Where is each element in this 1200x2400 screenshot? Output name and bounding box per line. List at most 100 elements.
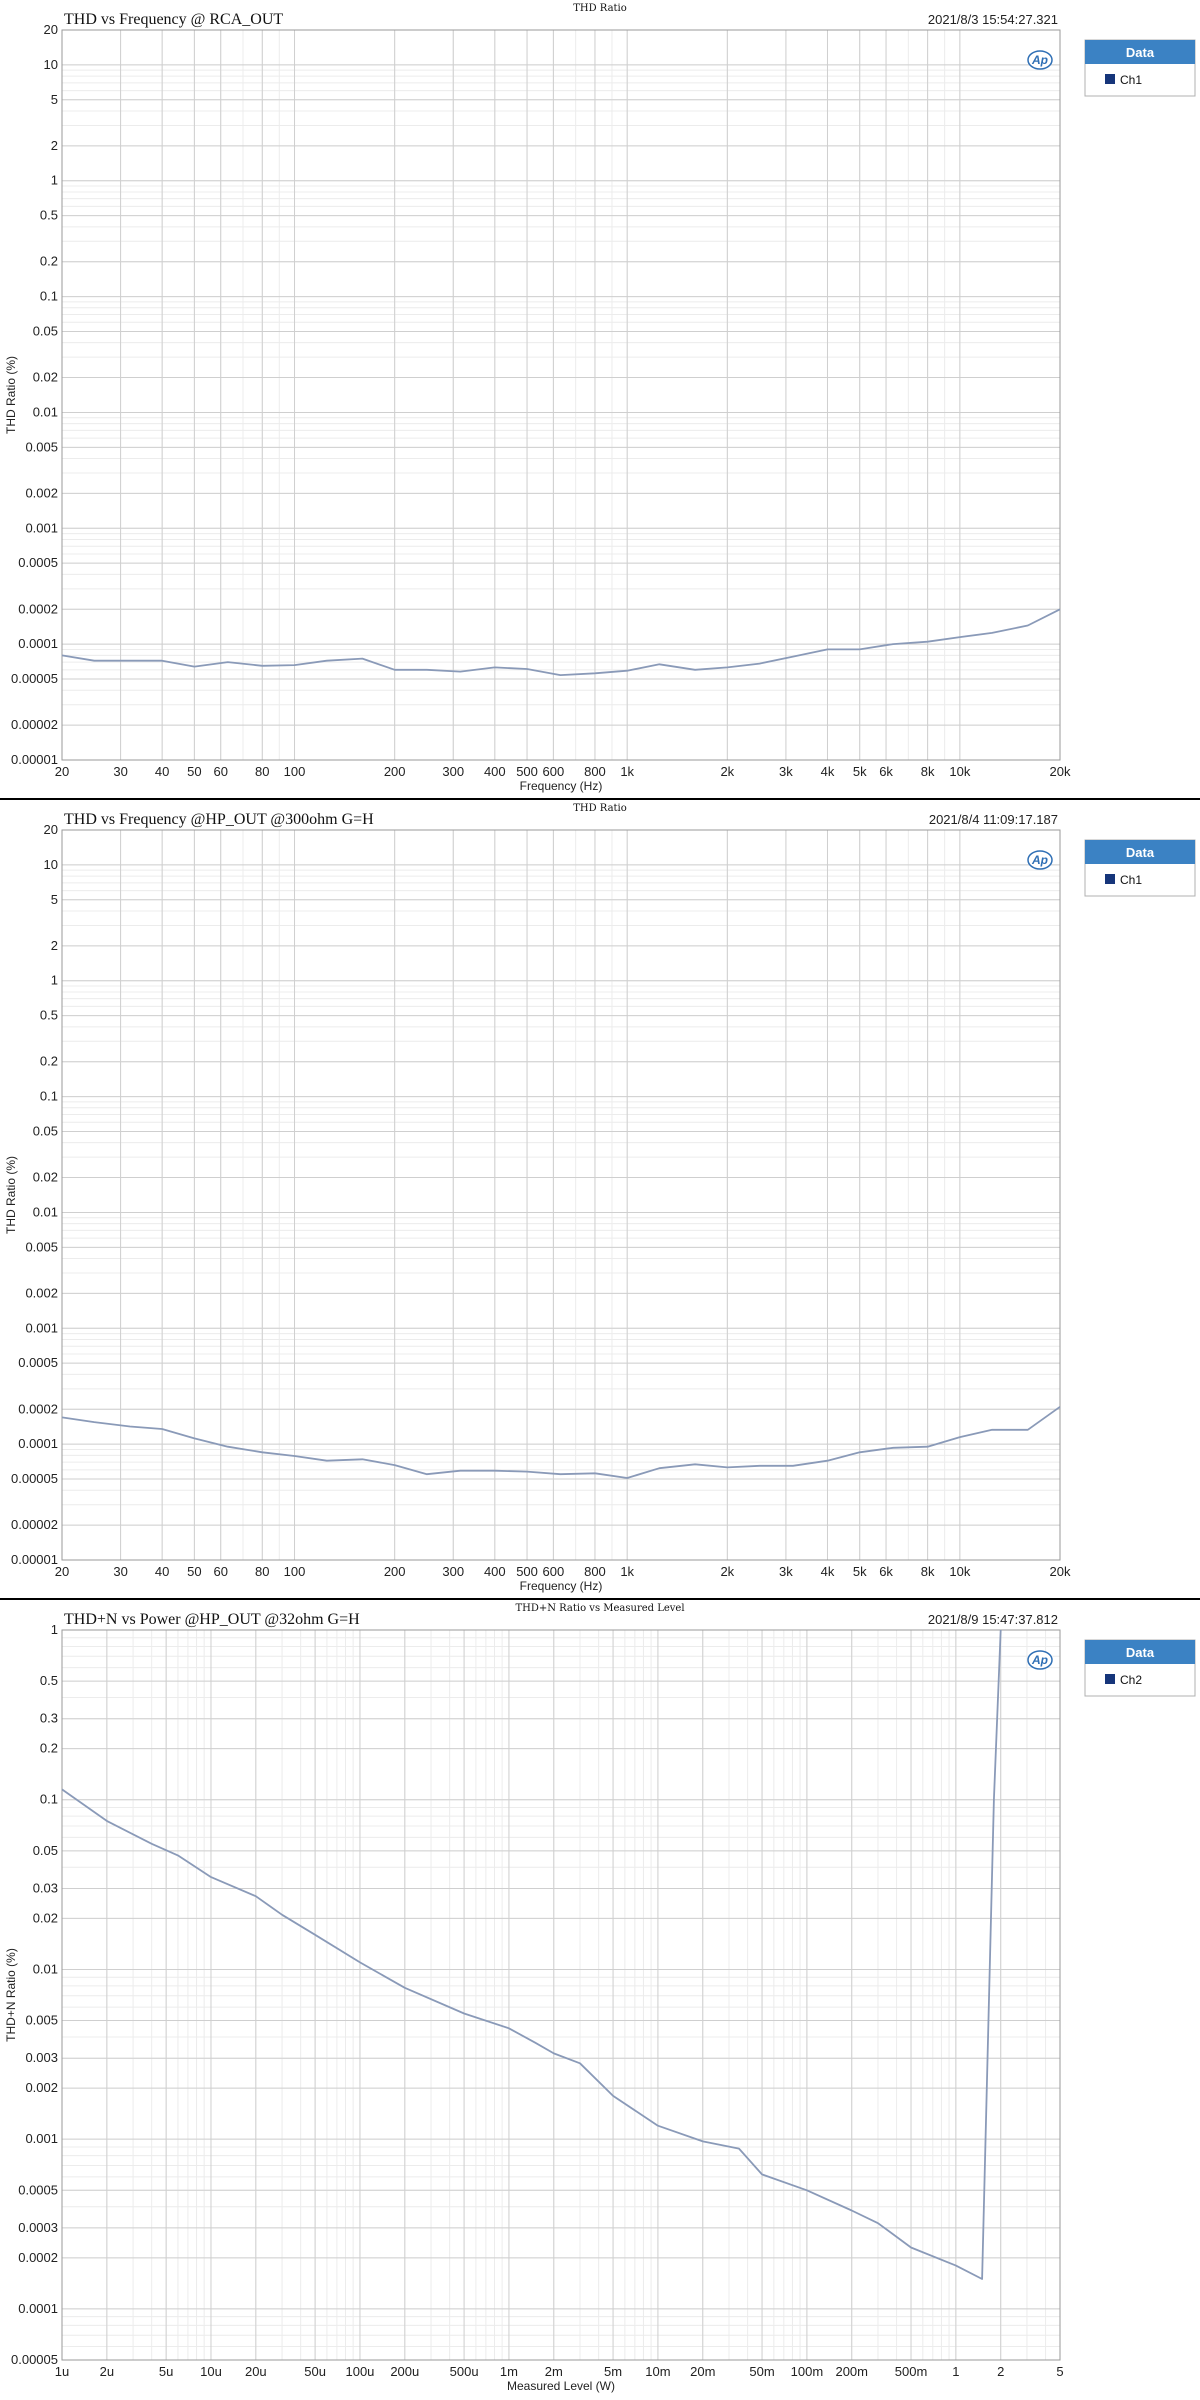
y-tick-label: 0.3 — [40, 1711, 58, 1726]
legend: Data Ch1 — [1084, 839, 1196, 897]
x-tick-label: 20u — [245, 2364, 267, 2379]
y-axis-label: THD+N Ratio (%) — [4, 1948, 18, 2042]
y-tick-label: 20 — [44, 822, 58, 837]
x-tick-label: 400 — [484, 764, 506, 779]
x-tick-label: 100m — [791, 2364, 824, 2379]
y-tick-label: 0.005 — [25, 1239, 58, 1254]
y-tick-label: 0.0002 — [18, 601, 58, 616]
y-tick-label: 0.00002 — [11, 717, 58, 732]
x-tick-label: 200u — [390, 2364, 419, 2379]
chart-svg-3: THD+N Ratio vs Measured Level THD+N vs Po… — [4, 1603, 1196, 2393]
y-tick-label: 0.00001 — [11, 752, 58, 767]
chart-supertitle: THD+N Ratio vs Measured Level — [515, 1603, 684, 1614]
plot-area — [62, 1630, 1060, 2360]
x-tick-label: 5 — [1056, 2364, 1063, 2379]
legend-title: Data — [1126, 45, 1155, 60]
x-tick-label: 500u — [450, 2364, 479, 2379]
y-tick-label: 2 — [51, 938, 58, 953]
x-tick-label: 50u — [304, 2364, 326, 2379]
x-tick-label: 2u — [100, 2364, 114, 2379]
x-tick-label: 500 — [516, 764, 538, 779]
x-tick-label: 500 — [516, 1564, 538, 1579]
legend-title: Data — [1126, 1645, 1155, 1660]
x-tick-label: 100 — [284, 764, 306, 779]
x-tick-label: 2m — [545, 2364, 563, 2379]
chart-title: THD vs Frequency @ RCA_OUT — [64, 11, 283, 28]
y-tick-label: 0.1 — [40, 1089, 58, 1104]
chart-panel-3: THD+N Ratio vs Measured Level THD+N vs Po… — [0, 1600, 1200, 2400]
y-tick-label: 0.001 — [25, 1320, 58, 1335]
x-tick-label: 2k — [720, 1564, 734, 1579]
y-tick-label: 0.005 — [25, 2013, 58, 2028]
y-tick-label: 1 — [51, 173, 58, 188]
x-tick-label: 60 — [213, 1564, 227, 1579]
ap-logo-text: Ap — [1031, 853, 1048, 867]
y-tick-label: 0.0002 — [18, 1401, 58, 1416]
y-tick-label: 0.001 — [25, 520, 58, 535]
y-tick-label: 0.03 — [33, 1880, 58, 1895]
legend: Data Ch2 — [1084, 1639, 1196, 1697]
y-tick-label: 20 — [44, 22, 58, 37]
ap-logo: Ap — [1027, 50, 1053, 70]
x-tick-label: 500m — [895, 2364, 928, 2379]
y-tick-label: 0.001 — [25, 2131, 58, 2146]
ap-logo: Ap — [1027, 1650, 1053, 1670]
y-tick-label: 0.00005 — [11, 671, 58, 686]
y-tick-label: 0.00005 — [11, 1471, 58, 1486]
y-tick-label: 0.0001 — [18, 2301, 58, 2316]
x-tick-label: 200m — [835, 2364, 868, 2379]
y-tick-label: 5 — [51, 92, 58, 107]
y-tick-label: 0.02 — [33, 1170, 58, 1185]
y-tick-label: 0.5 — [40, 1673, 58, 1688]
y-tick-label: 0.0001 — [18, 1436, 58, 1451]
x-tick-label: 1k — [620, 764, 634, 779]
x-tick-label: 10m — [645, 2364, 670, 2379]
x-tick-label: 20m — [690, 2364, 715, 2379]
plot-area — [62, 30, 1060, 760]
legend: Data Ch1 — [1084, 39, 1196, 97]
x-tick-label: 80 — [255, 764, 269, 779]
x-tick-label: 10u — [200, 2364, 222, 2379]
x-axis-label: Frequency (Hz) — [520, 779, 603, 793]
y-tick-label: 0.05 — [33, 323, 58, 338]
x-tick-label: 8k — [921, 1564, 935, 1579]
y-tick-label: 10 — [44, 57, 58, 72]
chart-svg-2: THD Ratio THD vs Frequency @HP_OUT @300oh… — [4, 803, 1196, 1593]
y-tick-label: 0.02 — [33, 1910, 58, 1925]
x-tick-label: 5k — [853, 764, 867, 779]
legend-swatch — [1105, 74, 1115, 84]
y-tick-label: 0.002 — [25, 485, 58, 500]
legend-entry: Ch2 — [1120, 1673, 1142, 1687]
legend-swatch — [1105, 1674, 1115, 1684]
x-tick-label: 3k — [779, 1564, 793, 1579]
legend-title: Data — [1126, 845, 1155, 860]
x-tick-label: 600 — [543, 764, 565, 779]
x-tick-label: 100 — [284, 1564, 306, 1579]
x-tick-label: 5m — [604, 2364, 622, 2379]
chart-title: THD vs Frequency @HP_OUT @300ohm G=H — [64, 811, 374, 828]
y-tick-label: 0.5 — [40, 208, 58, 223]
x-tick-label: 20k — [1050, 764, 1071, 779]
chart-timestamp: 2021/8/9 15:47:37.812 — [928, 1612, 1058, 1627]
y-tick-label: 0.003 — [25, 2050, 58, 2065]
y-tick-label: 0.0001 — [18, 636, 58, 651]
y-tick-label: 0.2 — [40, 1054, 58, 1069]
x-tick-label: 600 — [543, 1564, 565, 1579]
y-tick-label: 0.0005 — [18, 555, 58, 570]
x-tick-label: 100u — [345, 2364, 374, 2379]
chart-svg-1: THD Ratio THD vs Frequency @ RCA_OUT 2021/… — [4, 3, 1196, 793]
y-tick-label: 0.0005 — [18, 1355, 58, 1370]
y-tick-label: 0.2 — [40, 1741, 58, 1756]
y-tick-label: 0.0003 — [18, 2220, 58, 2235]
y-tick-label: 1 — [51, 973, 58, 988]
x-axis-label: Measured Level (W) — [507, 2379, 615, 2393]
ap-logo-text: Ap — [1031, 1653, 1048, 1667]
y-tick-label: 0.01 — [33, 1961, 58, 1976]
x-tick-label: 60 — [213, 764, 227, 779]
x-tick-label: 2 — [997, 2364, 1004, 2379]
x-tick-label: 1 — [952, 2364, 959, 2379]
x-tick-label: 2k — [720, 764, 734, 779]
x-tick-label: 300 — [442, 764, 464, 779]
x-tick-label: 80 — [255, 1564, 269, 1579]
ap-logo: Ap — [1027, 850, 1053, 870]
